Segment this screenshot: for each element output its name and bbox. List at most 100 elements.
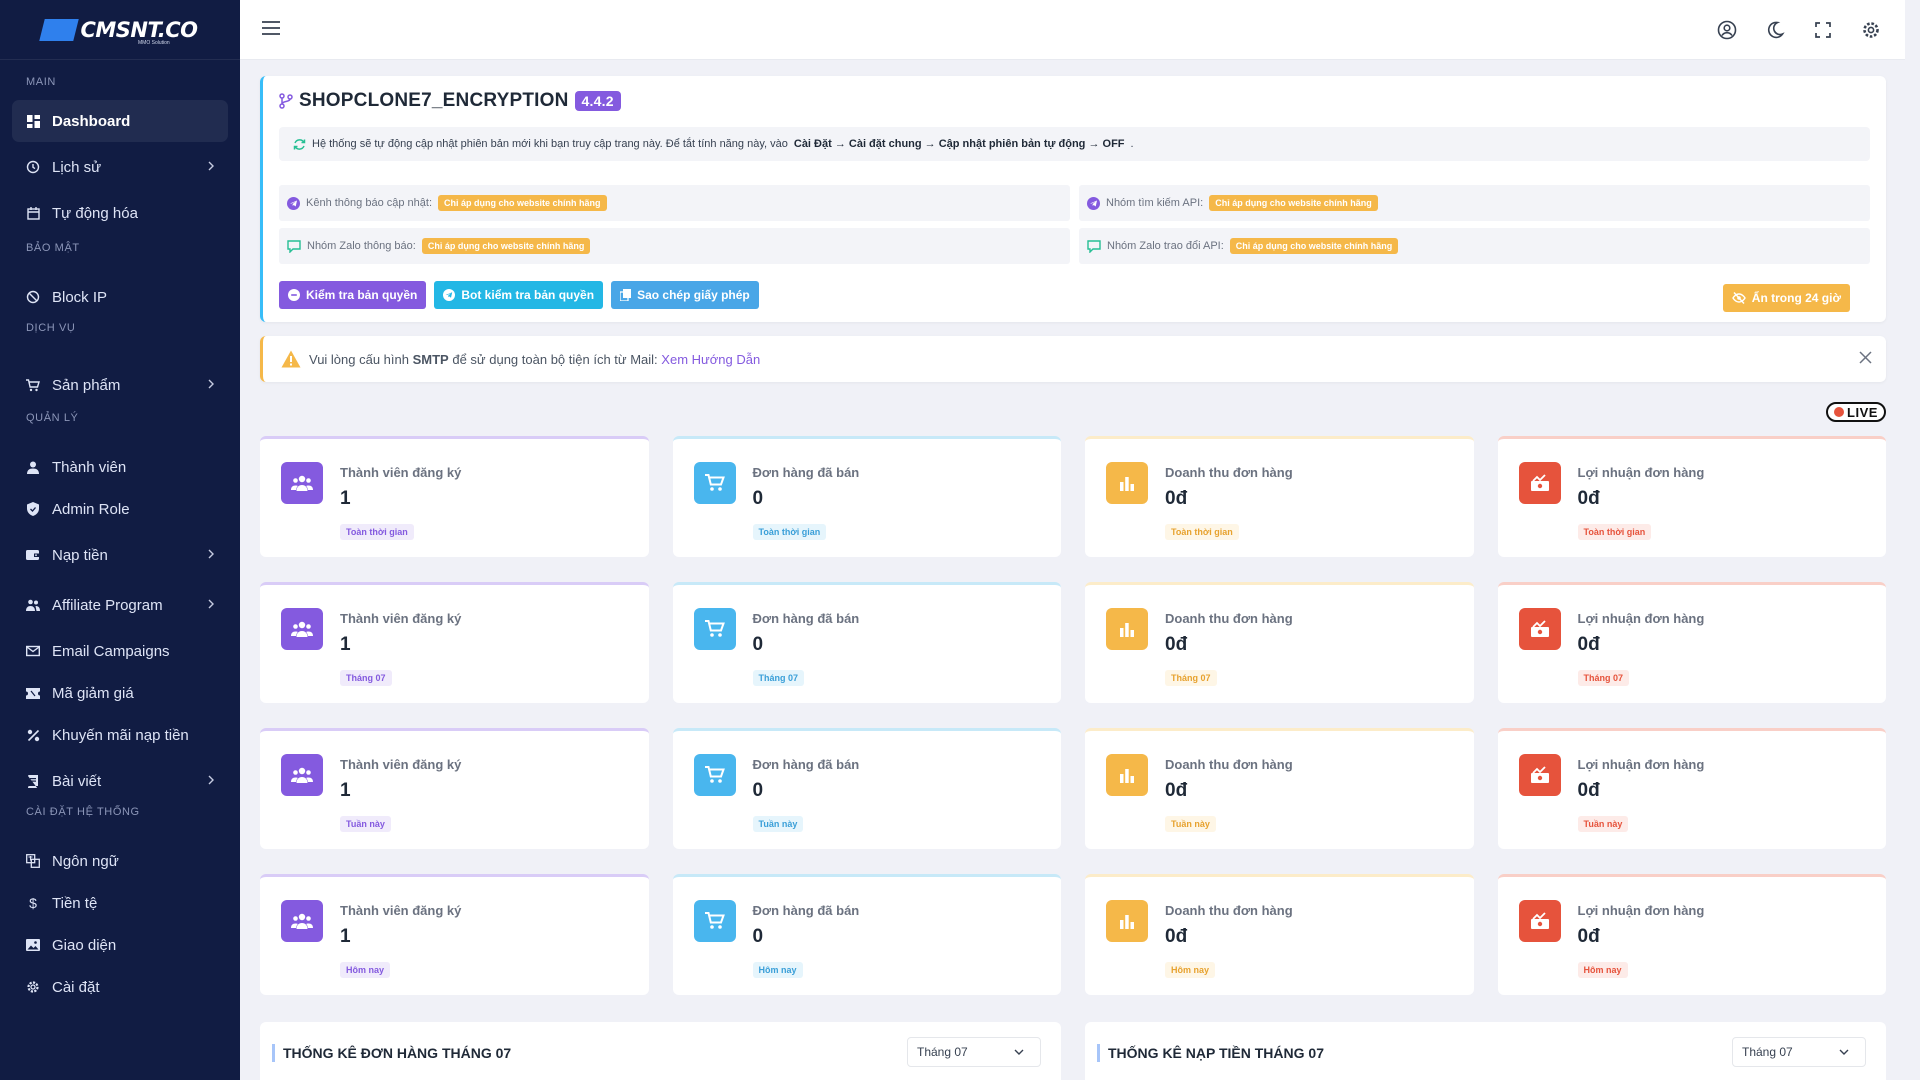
stat-label: Lợi nhuận đơn hàng [1577, 903, 1705, 918]
deposit-month-title: THỐNG KÊ NẠP TIỀN THÁNG 07 [1097, 1044, 1324, 1062]
sidebar-item-dashboard[interactable]: Dashboard [12, 100, 228, 142]
profit-icon [1518, 754, 1561, 796]
page-scrollbar[interactable] [1905, 0, 1920, 1080]
stat-period-tag: Tuần này [1165, 816, 1216, 832]
button-label: Sao chép giấy phép [637, 288, 750, 302]
settings-gear-icon[interactable] [1861, 20, 1881, 40]
image-icon [26, 938, 40, 952]
profit-icon [1518, 608, 1561, 650]
logo-text: CMSNT.CO [80, 17, 198, 42]
link-tag: Chỉ áp dụng cho website chính hãng [1209, 195, 1378, 211]
copy-license-button[interactable]: Sao chép giấy phép [611, 281, 759, 309]
sidebar-item-label: Cài đặt [52, 978, 100, 996]
stat-period-tag: Toàn thời gian [1165, 524, 1239, 540]
check-license-button[interactable]: Kiểm tra bản quyền [279, 281, 427, 309]
stat-label: Thành viên đăng ký [340, 611, 462, 626]
zalo-api-group-link[interactable]: Nhóm Zalo trao đổi API: Chỉ áp dụng cho … [1079, 228, 1870, 264]
stat-value: 1 [340, 488, 351, 509]
sidebar-item-label: Mã giảm giá [52, 684, 134, 702]
copy-icon [620, 289, 632, 301]
link-label: Kênh thông báo cập nhật: [306, 197, 432, 209]
fullscreen-icon[interactable] [1813, 20, 1833, 40]
logo-mark-icon [39, 18, 80, 41]
sidebar-item-label: Admin Role [52, 500, 130, 518]
stat-period-tag: Tháng 07 [340, 670, 392, 686]
top-header [240, 0, 1905, 60]
stat-period-tag: Tháng 07 [752, 670, 805, 686]
sidebar-item-theme[interactable]: Giao diện [12, 924, 228, 966]
stat-value: 0đ [1165, 926, 1188, 947]
live-label: LIVE [1847, 404, 1878, 420]
update-channel-link[interactable]: Kênh thông báo cập nhật: Chỉ áp dụng cho… [279, 185, 1070, 221]
menu-toggle-icon[interactable] [262, 20, 280, 36]
sidebar-category-manage: QUẢN LÝ [26, 412, 79, 424]
stat-label: Doanh thu đơn hàng [1165, 903, 1293, 918]
stat-period-tag: Tháng 07 [1577, 670, 1630, 686]
user-profile-icon[interactable] [1717, 20, 1737, 40]
sidebar-item-language[interactable]: Ngôn ngữ [12, 840, 228, 882]
sidebar-item-history[interactable]: Lịch sử [12, 146, 228, 188]
api-search-group-link[interactable]: Nhóm tìm kiếm API: Chỉ áp dụng cho websi… [1079, 185, 1870, 221]
sidebar-category-main: MAIN [26, 76, 56, 88]
sidebar-item-products[interactable]: Sản phẩm [12, 364, 228, 406]
sidebar-item-label: Thành viên [52, 458, 127, 476]
mail-icon [26, 644, 40, 658]
stat-value: 0 [752, 634, 764, 655]
sidebar-item-deposit[interactable]: Nạp tiền [12, 534, 228, 576]
dark-mode-icon[interactable] [1765, 20, 1785, 40]
calendar-icon [26, 206, 40, 220]
auto-update-notice: Hệ thống sẽ tự động cập nhật phiên bản m… [279, 127, 1870, 161]
stat-value: 0đ [1165, 634, 1188, 655]
stat-card-orders: Đơn hàng đã bán 0 Tuần này [672, 728, 1061, 849]
warning-text-post: để sử dụng toàn bộ tiện ích từ Mail: [452, 351, 658, 367]
notice-settings-path: Cài Đặt → Cài đặt chung → Cập nhật phiên… [793, 138, 1125, 150]
sidebar-item-label: Bài viết [52, 772, 102, 790]
chevron-right-icon [208, 161, 214, 171]
history-icon [26, 160, 40, 174]
sidebar-item-affiliate[interactable]: Affiliate Program [12, 584, 228, 626]
brand-logo[interactable]: CMSNT.CO MMO Solution [0, 0, 240, 60]
deposit-month-select[interactable]: Tháng 07 [1732, 1037, 1866, 1067]
stat-card-revenue: Doanh thu đơn hàng 0đ Toàn thời gian [1085, 436, 1474, 557]
stat-card-members: Thành viên đăng ký 1 Tháng 07 [260, 582, 649, 703]
link-tag: Chỉ áp dụng cho website chính hãng [438, 195, 607, 211]
percent-icon [26, 728, 40, 742]
stat-period-tag: Tuần này [1577, 816, 1629, 832]
warning-smtp-bold: SMTP [412, 351, 449, 367]
stat-card-profit: Lợi nhuận đơn hàng 0đ Tuần này [1497, 728, 1886, 849]
sidebar-item-promo[interactable]: Khuyến mãi nạp tiền [12, 714, 228, 756]
cart-icon [693, 754, 736, 796]
stat-label: Doanh thu đơn hàng [1165, 611, 1293, 626]
shield-icon [26, 502, 40, 516]
stat-label: Đơn hàng đã bán [752, 465, 860, 480]
bot-check-license-button[interactable]: Bot kiểm tra bản quyền [434, 281, 604, 309]
dashboard-icon [26, 114, 40, 128]
sidebar-item-posts[interactable]: Bài viết [12, 760, 228, 802]
sidebar-item-admin-role[interactable]: Admin Role [12, 488, 228, 530]
stat-label: Thành viên đăng ký [340, 903, 462, 918]
stat-label: Lợi nhuận đơn hàng [1577, 465, 1705, 480]
stat-card-revenue: Doanh thu đơn hàng 0đ Tuần này [1085, 728, 1474, 849]
sidebar-item-settings[interactable]: Cài đặt [12, 966, 228, 1008]
sidebar-item-members[interactable]: Thành viên [12, 446, 228, 488]
orders-month-select[interactable]: Tháng 07 [907, 1037, 1041, 1067]
live-dot-icon [1834, 407, 1845, 417]
stats-grid: Thành viên đăng ký 1 Toàn thời gian Đơn … [260, 436, 1886, 995]
stat-card-profit: Lợi nhuận đơn hàng 0đ Toàn thời gian [1497, 436, 1886, 557]
close-icon[interactable] [1859, 351, 1872, 364]
stat-value: 0đ [1577, 780, 1600, 801]
stat-label: Đơn hàng đã bán [752, 757, 860, 772]
hide-24h-button[interactable]: Ẩn trong 24 giờ [1722, 284, 1850, 312]
chat-icon [1087, 239, 1101, 253]
stat-value: 0đ [1577, 634, 1600, 655]
orders-month-card: THỐNG KÊ ĐƠN HÀNG THÁNG 07 Tháng 07 [260, 1022, 1061, 1080]
sidebar-item-block-ip[interactable]: Block IP [12, 276, 228, 318]
view-guide-link[interactable]: Xem Hướng Dẫn [661, 352, 760, 367]
sidebar-item-currency[interactable]: $ Tiền tệ [12, 882, 228, 924]
sidebar-item-automation[interactable]: Tự động hóa [12, 192, 228, 234]
notice-period: . [1130, 138, 1134, 150]
zalo-notify-group-link[interactable]: Nhóm Zalo thông báo: Chỉ áp dụng cho web… [279, 228, 1070, 264]
sidebar-item-email-campaigns[interactable]: Email Campaigns [12, 630, 228, 672]
smtp-warning-alert: Vui lòng cấu hình SMTP để sử dụng toàn b… [260, 336, 1886, 382]
sidebar-item-coupon[interactable]: Mã giảm giá [12, 672, 228, 714]
